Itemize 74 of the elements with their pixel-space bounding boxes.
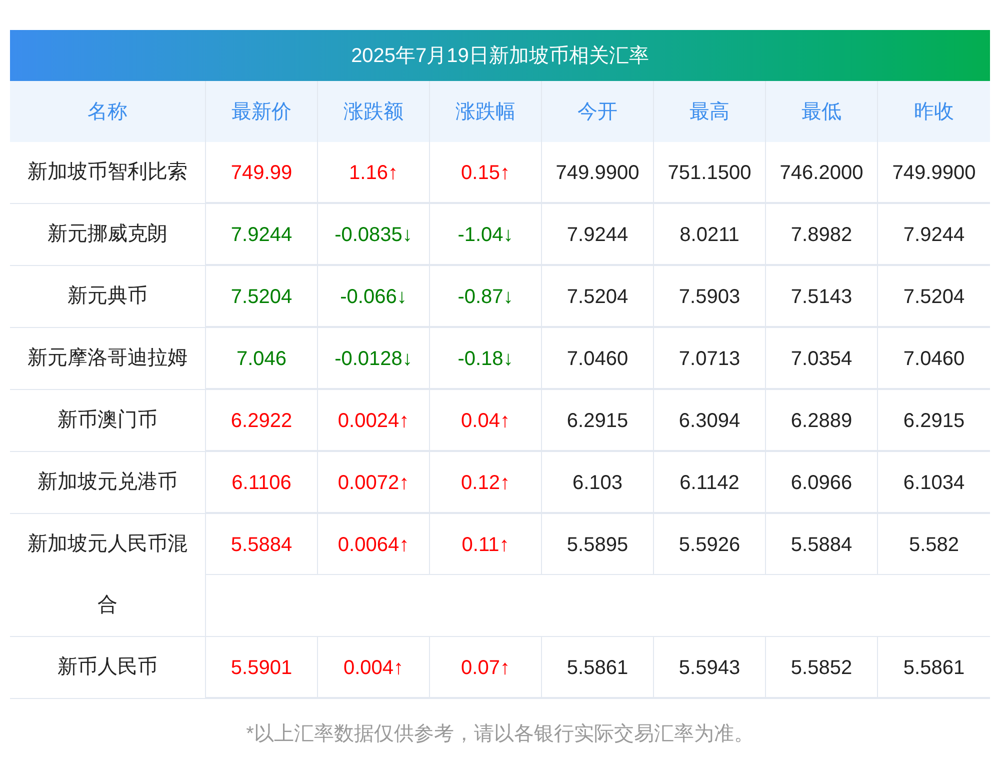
column-header: 最低 — [765, 81, 877, 142]
currency-name: 新加坡元人民币混合 — [26, 532, 188, 618]
table-cell: 7.046 — [205, 328, 317, 389]
table-cell: 7.0713 — [653, 328, 765, 389]
column-header: 最高 — [653, 81, 765, 142]
table-cell: 7.9244 — [877, 204, 990, 265]
currency-name: 新元典币 — [66, 284, 148, 309]
column-header: 涨跌额 — [317, 81, 429, 142]
table-cell: -0.0835↓ — [317, 204, 429, 265]
table-cell: 7.9244 — [541, 204, 653, 265]
table-cell: 6.2915 — [541, 390, 653, 451]
table-cell: 6.103 — [541, 452, 653, 513]
table-cell: 746.2000 — [765, 142, 877, 203]
column-header: 昨收 — [877, 81, 990, 142]
table-cell: 6.1142 — [653, 452, 765, 513]
column-header: 涨跌幅 — [429, 81, 541, 142]
table-cell: 749.9900 — [541, 142, 653, 203]
table-cell: 5.5901 — [205, 637, 317, 698]
table-cell: 0.0024↑ — [317, 390, 429, 451]
table-cell: 0.15↑ — [429, 142, 541, 203]
table-cell: 8.0211 — [653, 204, 765, 265]
table-cell: 5.5884 — [765, 514, 877, 575]
table-cell: 6.2922 — [205, 390, 317, 451]
table-cell: 0.12↑ — [429, 452, 541, 513]
table-cell: 5.5926 — [653, 514, 765, 575]
table-cell: 6.2889 — [765, 390, 877, 451]
table-cell: 6.2915 — [877, 390, 990, 451]
currency-name: 新币人民币 — [56, 655, 158, 680]
table-cell: 0.0072↑ — [317, 452, 429, 513]
table-cell: -0.0128↓ — [317, 328, 429, 389]
table-cell: 5.5852 — [765, 637, 877, 698]
table-cell: -0.87↓ — [429, 266, 541, 327]
table-cell: 0.04↑ — [429, 390, 541, 451]
currency-name: 新币澳门币 — [56, 408, 158, 433]
table-cell: 5.5895 — [541, 514, 653, 575]
footnote: *以上汇率数据仅供参考，请以各银行实际交易汇率为准。 — [245, 722, 755, 747]
table-cell: 1.16↑ — [317, 142, 429, 203]
table-cell: 5.5884 — [205, 514, 317, 575]
table-cell: 7.5204 — [205, 266, 317, 327]
table-cell: 7.9244 — [205, 204, 317, 265]
table-cell: 749.99 — [205, 142, 317, 203]
table-cell: 751.1500 — [653, 142, 765, 203]
table-cell: 0.11↑ — [429, 514, 541, 575]
table-cell: -0.18↓ — [429, 328, 541, 389]
currency-name: 新加坡币智利比索 — [26, 160, 188, 185]
column-header: 今开 — [541, 81, 653, 142]
table-title: 2025年7月19日新加坡币相关汇率 — [10, 30, 990, 81]
column-header: 最新价 — [205, 81, 317, 142]
table-cell: 7.8982 — [765, 204, 877, 265]
table-cell: 5.582 — [877, 514, 990, 575]
column-header: 名称 — [86, 100, 128, 124]
currency-name: 新加坡元兑港币 — [36, 470, 178, 495]
table-cell: 6.3094 — [653, 390, 765, 451]
table-cell: 7.5204 — [877, 266, 990, 327]
table-cell: 6.1034 — [877, 452, 990, 513]
table-cell: 0.07↑ — [429, 637, 541, 698]
table-cell: 5.5861 — [877, 637, 990, 698]
table-cell: 7.5903 — [653, 266, 765, 327]
table-cell: 7.5204 — [541, 266, 653, 327]
table-cell: 7.0354 — [765, 328, 877, 389]
table-cell: 749.9900 — [877, 142, 990, 203]
table-cell: 7.0460 — [877, 328, 990, 389]
table-cell: -1.04↓ — [429, 204, 541, 265]
table-cell: 7.0460 — [541, 328, 653, 389]
table-cell: 0.0064↑ — [317, 514, 429, 575]
table-cell: 5.5861 — [541, 637, 653, 698]
table-cell: 6.0966 — [765, 452, 877, 513]
currency-name: 新元挪威克朗 — [46, 222, 168, 247]
table-cell: 7.5143 — [765, 266, 877, 327]
table-cell: -0.066↓ — [317, 266, 429, 327]
table-cell: 0.004↑ — [317, 637, 429, 698]
table-cell: 6.1106 — [205, 452, 317, 513]
table-cell: 5.5943 — [653, 637, 765, 698]
currency-name: 新元摩洛哥迪拉姆 — [26, 346, 188, 371]
